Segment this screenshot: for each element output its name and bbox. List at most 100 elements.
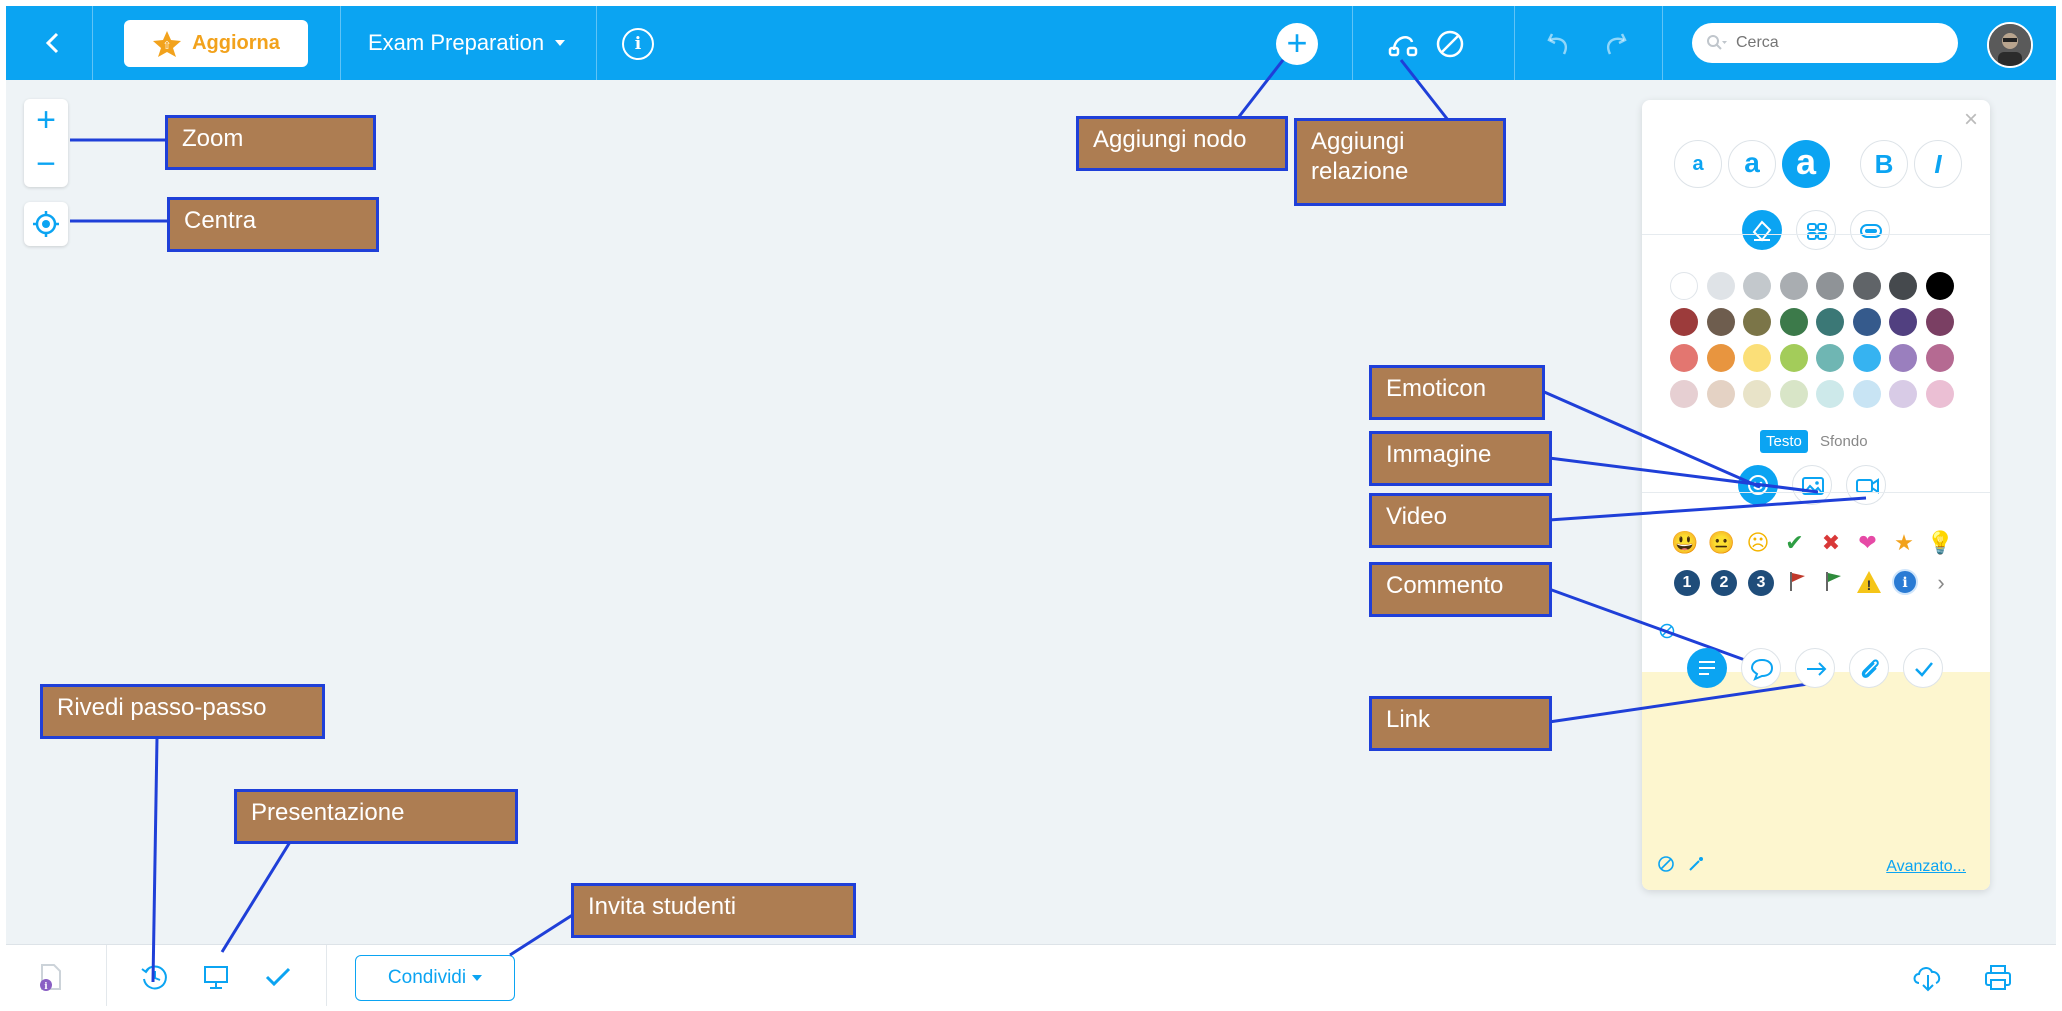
- zoom-in-button[interactable]: +: [24, 99, 68, 143]
- undo-button[interactable]: [1542, 28, 1574, 60]
- color-swatch[interactable]: [1816, 272, 1844, 300]
- sad-face-icon[interactable]: ☹: [1743, 528, 1773, 558]
- advanced-link[interactable]: Avanzato...: [1886, 858, 1966, 876]
- undo-icon: [1547, 33, 1567, 55]
- color-swatch[interactable]: [1816, 344, 1844, 372]
- color-swatch[interactable]: [1779, 344, 1808, 372]
- color-swatch[interactable]: [1779, 308, 1808, 336]
- lightbulb-icon[interactable]: 💡: [1926, 528, 1956, 558]
- shape-style-button[interactable]: [1850, 210, 1890, 250]
- map-title-dropdown[interactable]: Exam Preparation: [368, 30, 566, 56]
- cloud-download-icon: [1913, 967, 1941, 992]
- x-circle-icon[interactable]: ✖: [1816, 528, 1846, 558]
- green-flag-icon[interactable]: [1818, 568, 1848, 598]
- share-button[interactable]: Condividi: [355, 955, 515, 1001]
- clear-icon-button[interactable]: [1656, 618, 1678, 640]
- color-swatch[interactable]: [1743, 344, 1771, 372]
- color-swatch[interactable]: [1889, 380, 1917, 408]
- zoom-out-button[interactable]: −: [24, 143, 68, 187]
- replay-button[interactable]: [138, 961, 170, 993]
- video-button[interactable]: [1846, 465, 1886, 505]
- avatar[interactable]: [1987, 22, 2033, 68]
- color-swatch[interactable]: [1743, 380, 1771, 408]
- text-size-large-button[interactable]: a: [1782, 140, 1830, 188]
- toolbar-divider: [340, 6, 341, 80]
- link-button[interactable]: [1795, 648, 1835, 688]
- number-one-icon[interactable]: 1: [1674, 570, 1700, 596]
- color-swatch[interactable]: [1852, 344, 1881, 372]
- text-size-medium-button[interactable]: a: [1728, 140, 1776, 188]
- text-color-toggle[interactable]: Testo: [1760, 430, 1808, 453]
- color-swatch[interactable]: [1816, 308, 1844, 336]
- search-input[interactable]: [1734, 33, 1938, 53]
- video-camera-icon: [1856, 478, 1879, 494]
- color-swatch[interactable]: [1743, 272, 1771, 300]
- color-swatch[interactable]: [1925, 344, 1954, 372]
- color-swatch[interactable]: [1889, 272, 1917, 300]
- fill-style-button[interactable]: [1742, 210, 1782, 250]
- color-swatch[interactable]: [1925, 380, 1954, 408]
- emoticon-button[interactable]: [1738, 465, 1778, 505]
- heart-icon[interactable]: ❤: [1853, 528, 1883, 558]
- color-swatch[interactable]: [1852, 380, 1881, 408]
- image-button[interactable]: [1792, 465, 1832, 505]
- italic-button[interactable]: I: [1914, 140, 1962, 188]
- color-swatch[interactable]: [1925, 308, 1954, 336]
- color-swatch[interactable]: [1706, 380, 1735, 408]
- more-icons-button[interactable]: ›: [1926, 568, 1956, 598]
- presentation-button[interactable]: [200, 961, 232, 993]
- info-circle-icon[interactable]: i: [1890, 568, 1920, 598]
- layout-style-button[interactable]: [1796, 210, 1836, 250]
- back-button[interactable]: [36, 26, 70, 60]
- smile-icon[interactable]: 😃: [1670, 528, 1700, 558]
- search-box[interactable]: [1692, 23, 1958, 63]
- redo-button[interactable]: [1600, 28, 1632, 60]
- check-button[interactable]: [262, 961, 294, 993]
- color-swatch[interactable]: [1852, 272, 1881, 300]
- add-relation-button[interactable]: [1388, 28, 1420, 60]
- neutral-face-icon[interactable]: 😐: [1707, 528, 1737, 558]
- background-color-toggle[interactable]: Sfondo: [1814, 430, 1874, 453]
- number-two-icon[interactable]: 2: [1711, 570, 1737, 596]
- notes-button[interactable]: [1687, 648, 1727, 688]
- color-swatch[interactable]: [1852, 308, 1881, 336]
- comment-button[interactable]: [1741, 648, 1781, 688]
- warning-icon[interactable]: !: [1854, 568, 1884, 598]
- center-button[interactable]: [24, 202, 68, 246]
- upgrade-button[interactable]: ⇧ Aggiorna: [124, 20, 308, 67]
- color-swatch[interactable]: [1670, 344, 1698, 372]
- color-swatch[interactable]: [1889, 344, 1917, 372]
- document-info-button[interactable]: i: [34, 961, 66, 993]
- print-button[interactable]: [1982, 961, 2014, 993]
- clear-button[interactable]: [1434, 28, 1466, 60]
- red-flag-icon[interactable]: [1782, 568, 1812, 598]
- color-swatch[interactable]: [1743, 308, 1771, 336]
- color-swatch[interactable]: [1670, 380, 1698, 408]
- smiley-icon: [1748, 475, 1768, 495]
- star-icon[interactable]: ★: [1889, 528, 1919, 558]
- download-button[interactable]: [1910, 961, 1942, 993]
- magic-wand-button[interactable]: [1684, 852, 1708, 876]
- annotation-add-node: Aggiungi nodo: [1076, 116, 1288, 171]
- color-swatch[interactable]: [1706, 308, 1735, 336]
- number-three-icon[interactable]: 3: [1748, 570, 1774, 596]
- add-node-button[interactable]: +: [1276, 23, 1318, 65]
- info-button[interactable]: i: [622, 28, 654, 60]
- color-swatch[interactable]: [1670, 308, 1698, 336]
- text-size-small-button[interactable]: a: [1674, 140, 1722, 188]
- color-swatch[interactable]: [1889, 308, 1917, 336]
- color-swatch[interactable]: [1706, 344, 1735, 372]
- color-swatch[interactable]: [1925, 272, 1954, 300]
- color-swatch[interactable]: [1816, 380, 1844, 408]
- bold-button[interactable]: B: [1860, 140, 1908, 188]
- color-swatch[interactable]: [1670, 272, 1698, 300]
- confirm-button[interactable]: [1903, 648, 1943, 688]
- check-circle-icon[interactable]: ✔: [1780, 528, 1810, 558]
- clear-note-button[interactable]: [1654, 852, 1678, 876]
- color-swatch[interactable]: [1779, 272, 1808, 300]
- svg-text:i: i: [1902, 575, 1907, 591]
- color-swatch[interactable]: [1706, 272, 1735, 300]
- color-swatch[interactable]: [1779, 380, 1808, 408]
- attachment-button[interactable]: [1849, 648, 1889, 688]
- close-panel-button[interactable]: ×: [1964, 106, 1978, 134]
